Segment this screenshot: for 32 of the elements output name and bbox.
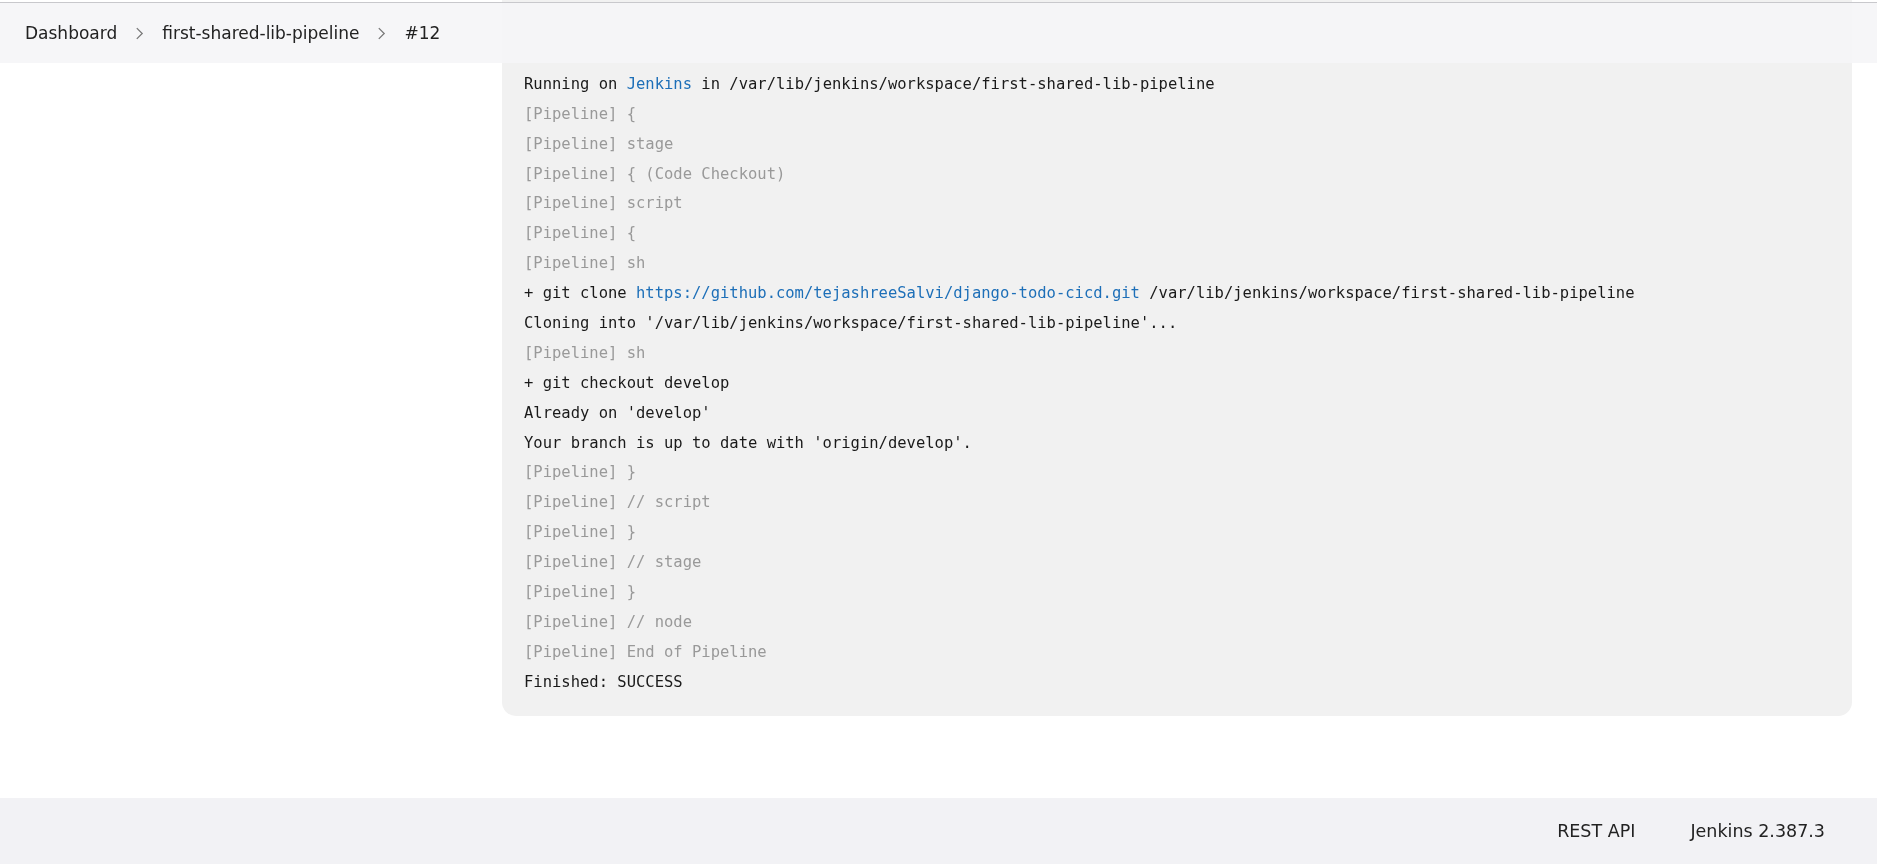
console-text: [Pipeline] }: [524, 583, 636, 602]
console-text: Your branch is up to date with 'origin/develop'.: [524, 433, 972, 452]
console-text: Running on: [524, 74, 619, 93]
console-text: [Pipeline] // stage: [524, 553, 702, 572]
console-text: [Pipeline] // script: [524, 493, 711, 512]
breadcrumb-link[interactable]: first-shared-lib-pipeline: [162, 23, 360, 43]
console-link[interactable]: Jenkins: [626, 74, 692, 93]
console-text: + git clone: [524, 284, 628, 303]
console-text: + git checkout develop: [524, 373, 730, 392]
console-text: [Pipeline] sh: [524, 254, 646, 273]
console-text: [Pipeline] {: [524, 104, 636, 123]
console-text: Already on 'develop': [524, 403, 711, 422]
console-text: [Pipeline] { (Code Checkout): [524, 164, 786, 183]
console-text: [Pipeline] stage: [524, 134, 674, 153]
console-text: [Pipeline] sh: [524, 343, 646, 362]
console-link[interactable]: https://github.com/tejashreeSalvi/django-todo-cicd.git: [636, 284, 1140, 303]
console-text: [Pipeline] End of Pipeline: [524, 642, 767, 661]
console-text: [Pipeline] {: [524, 224, 636, 243]
console-text: [Pipeline] }: [524, 463, 636, 482]
console-text: in /var/lib/jenkins/workspace/first-shared-lib-pipeline: [700, 74, 1215, 93]
console-text: /var/lib/jenkins/workspace/first-shared-lib-pipeline: [1148, 284, 1635, 303]
console-text: [Pipeline] script: [524, 194, 683, 213]
breadcrumb-link[interactable]: #12: [404, 23, 441, 43]
footer-link[interactable]: REST API: [1557, 820, 1636, 841]
console-text: [Pipeline] }: [524, 523, 636, 542]
chevron-right-icon: [377, 26, 387, 40]
console-text: Finished: SUCCESS: [524, 672, 683, 691]
console-text: Cloning into '/var/lib/jenkins/workspace/first-shared-lib-pipeline'...: [524, 314, 1178, 332]
chevron-right-icon: [135, 26, 145, 40]
breadcrumb-link[interactable]: Dashboard: [25, 23, 118, 43]
footer-link[interactable]: Jenkins 2.387.3: [1690, 820, 1825, 841]
console-text: [Pipeline] // node: [524, 612, 692, 631]
